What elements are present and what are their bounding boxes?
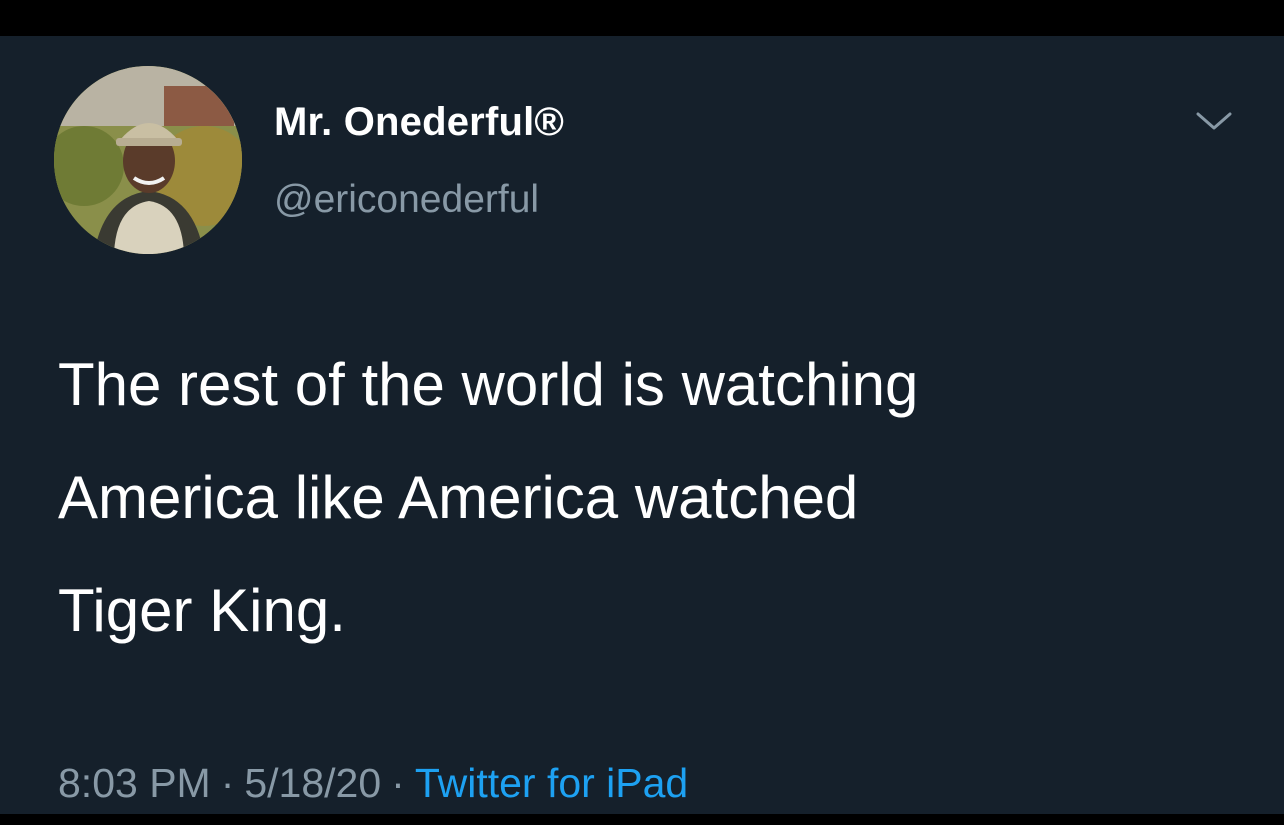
tweet-text: The rest of the world is watching Americ…: [58, 328, 1208, 667]
tweet-text-line: America like America watched: [58, 464, 859, 531]
tweet-meta: 8:03 PM · 5/18/20 · Twitter for iPad: [58, 760, 688, 807]
handle[interactable]: @ericonederful: [274, 178, 539, 222]
chevron-down-icon[interactable]: [1192, 106, 1236, 136]
tweet-date[interactable]: 5/18/20: [244, 760, 381, 806]
tweet-source[interactable]: Twitter for iPad: [415, 760, 688, 806]
avatar[interactable]: [54, 66, 242, 254]
display-name[interactable]: Mr. Onederful®: [274, 100, 564, 145]
separator: ·: [391, 760, 405, 806]
tweet-time[interactable]: 8:03 PM: [58, 760, 211, 806]
separator: ·: [220, 760, 235, 806]
tweet-text-line: The rest of the world is watching: [58, 351, 919, 418]
avatar-photo: [54, 66, 242, 254]
tweet-text-line: Tiger King.: [58, 577, 346, 644]
tweet-card: Mr. Onederful® @ericonederful The rest o…: [0, 36, 1284, 814]
